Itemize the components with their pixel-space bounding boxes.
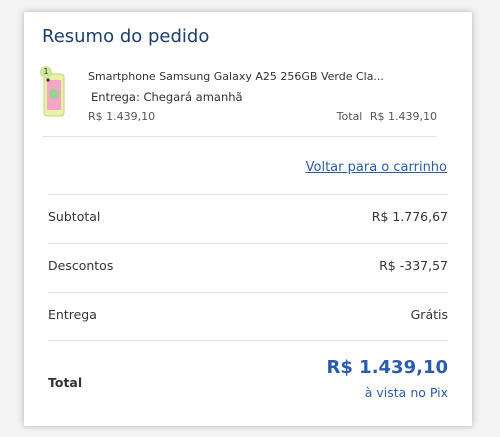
delivery-row: Entrega Grátis — [48, 292, 448, 340]
back-to-cart-link[interactable]: Voltar para o carrinho — [306, 160, 447, 175]
subtotal-label: Subtotal — [48, 209, 101, 224]
quantity-badge: 1 — [40, 66, 52, 78]
discounts-label: Descontos — [48, 258, 114, 273]
total-row: Total R$ 1.439,10 à vista no Pix — [48, 340, 448, 410]
total-label: Total — [48, 375, 83, 390]
delivery-value: Grátis — [410, 307, 448, 322]
item-name: Smartphone Samsung Galaxy A25 256GB Verd… — [88, 70, 384, 83]
item-price: R$ 1.439,10 — [88, 110, 156, 123]
discounts-row: Descontos R$ -337,57 — [48, 243, 448, 291]
item-total: Total R$ 1.439,10 — [333, 110, 437, 123]
payment-note: à vista no Pix — [364, 385, 448, 400]
divider — [42, 136, 437, 137]
order-summary-card: Resumo do pedido 1 Smartphone Samsung Ga… — [24, 12, 472, 426]
delivery-label: Entrega — [48, 307, 97, 322]
item-total-value: R$ 1.439,10 — [369, 110, 437, 123]
phone-thumbnail-icon: 1 — [40, 66, 68, 118]
discounts-value: R$ -337,57 — [379, 258, 448, 273]
cart-item: 1 Smartphone Samsung Galaxy A25 256GB Ve… — [40, 66, 437, 136]
page-title: Resumo do pedido — [42, 26, 210, 47]
total-price: R$ 1.439,10 — [326, 357, 448, 378]
subtotal-value: R$ 1.776,67 — [371, 209, 448, 224]
subtotal-row: Subtotal R$ 1.776,67 — [48, 194, 448, 242]
item-delivery: Entrega: Chegará amanhã — [91, 90, 243, 104]
item-total-label: Total — [336, 110, 363, 123]
